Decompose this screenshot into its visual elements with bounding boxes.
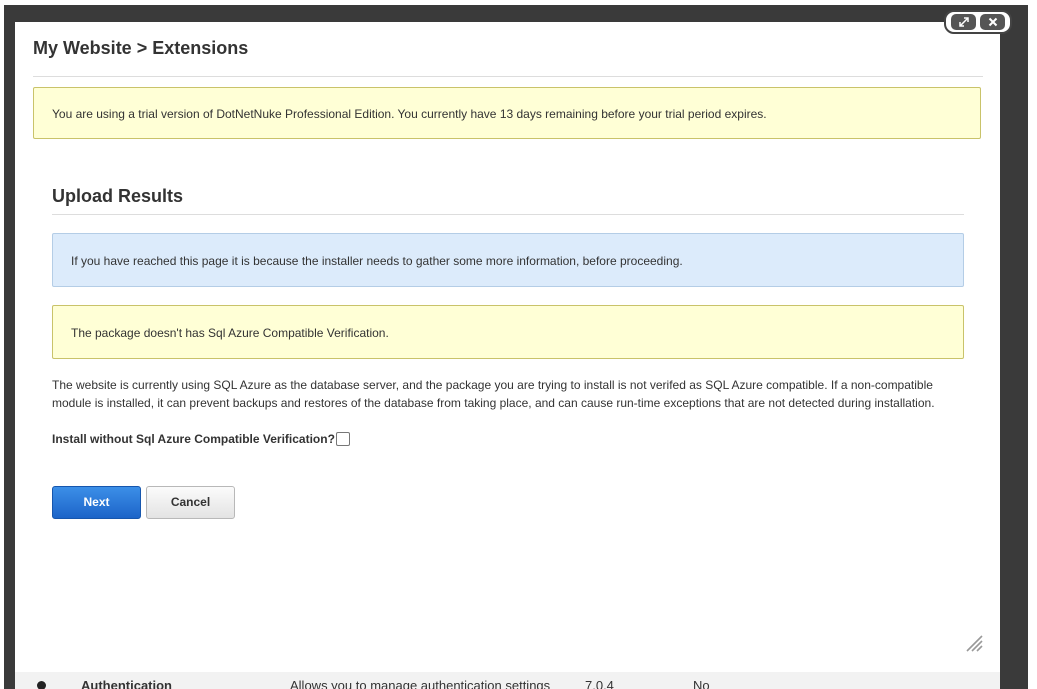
close-icon — [988, 17, 997, 27]
bg-row-flag: No — [693, 678, 710, 689]
install-without-verification-label: Install without Sql Azure Compatible Ver… — [52, 432, 335, 446]
trial-notice-text: You are using a trial version of DotNetN… — [52, 107, 767, 121]
install-option-row: Install without Sql Azure Compatible Ver… — [52, 432, 350, 446]
next-button[interactable]: Next — [52, 486, 141, 519]
background-table-row: Authentication Allows you to manage auth… — [15, 672, 1000, 689]
maximize-button[interactable] — [951, 14, 976, 30]
extensions-modal: My Website > Extensions You are using a … — [15, 22, 1000, 672]
bg-row-version: 7.0.4 — [585, 678, 614, 689]
modal-title: My Website > Extensions — [33, 38, 249, 58]
info-message-text: If you have reached this page it is beca… — [71, 254, 683, 268]
section-divider — [52, 214, 964, 215]
trial-notice: You are using a trial version of DotNetN… — [33, 87, 981, 139]
section-title: Upload Results — [52, 186, 184, 206]
bg-row-description: Allows you to manage authentication sett… — [290, 678, 551, 689]
cancel-button[interactable]: Cancel — [146, 486, 235, 519]
maximize-icon — [958, 17, 969, 27]
close-button[interactable] — [980, 14, 1005, 30]
info-message-box: If you have reached this page it is beca… — [52, 233, 964, 287]
warning-message-text: The package doesn't has Sql Azure Compat… — [71, 326, 389, 340]
install-without-verification-checkbox[interactable] — [335, 432, 350, 446]
bg-row-name: Authentication — [81, 678, 172, 689]
modal-window-controls — [944, 10, 1012, 34]
warning-message-box: The package doesn't has Sql Azure Compat… — [52, 305, 964, 359]
title-divider — [33, 76, 983, 77]
azure-description: The website is currently using SQL Azure… — [52, 378, 935, 410]
resize-grip-icon[interactable] — [963, 632, 983, 652]
bullet-icon — [37, 681, 46, 689]
